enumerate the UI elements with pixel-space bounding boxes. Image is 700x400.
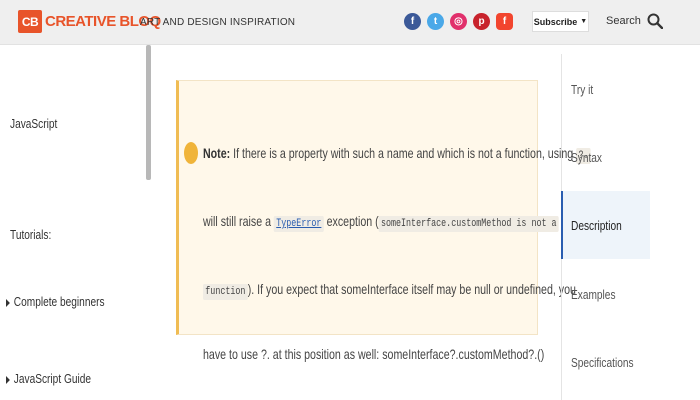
- site-header: CB CREATIVE BLOQ ART AND DESIGN INSPIRAT…: [0, 0, 700, 45]
- note-line-1: Note: If there is a property with such a…: [203, 145, 591, 164]
- facebook-icon[interactable]: f: [404, 13, 421, 30]
- chevron-down-icon: ▼: [580, 18, 588, 25]
- toc-item-syntax[interactable]: Syntax: [571, 150, 602, 165]
- triangle-right-icon: [6, 298, 10, 307]
- subscribe-button[interactable]: Subscribe ▼: [532, 11, 589, 32]
- note-text: exception (: [323, 213, 379, 229]
- twitter-icon[interactable]: t: [427, 13, 444, 30]
- sidebar-item-javascript[interactable]: JavaScript: [10, 116, 57, 131]
- typeerror-link[interactable]: TypeError: [273, 216, 324, 232]
- note-label: Note:: [203, 145, 231, 161]
- toc-item-specifications[interactable]: Specifications: [571, 355, 634, 370]
- search-button[interactable]: Search: [606, 13, 663, 29]
- triangle-right-icon: [6, 375, 10, 384]
- instagram-icon[interactable]: ◎: [450, 13, 467, 30]
- sidebar-item-label: JavaScript Guide: [13, 371, 92, 386]
- note-line-2: will still raise a TypeError exception (…: [203, 213, 559, 232]
- inline-code: function: [203, 284, 248, 300]
- sidebar-item-label: Complete beginners: [13, 294, 105, 309]
- left-sidebar: [0, 45, 148, 400]
- sidebar-item-complete-beginners[interactable]: Complete beginners: [6, 294, 105, 309]
- logo-badge: CB: [18, 10, 42, 33]
- sidebar-item-javascript-guide[interactable]: JavaScript Guide: [6, 371, 91, 386]
- note-line-3: function). If you expect that someInterf…: [203, 281, 576, 300]
- site-tagline: ART AND DESIGN INSPIRATION: [140, 17, 296, 28]
- social-links: f t ◎ p f: [404, 13, 513, 30]
- search-label: Search: [606, 15, 641, 27]
- pinterest-icon[interactable]: p: [473, 13, 490, 30]
- note-text: If there is a property with such a name …: [230, 145, 577, 161]
- sidebar-item-tutorials: Tutorials:: [10, 227, 51, 242]
- note-text: will still raise a: [203, 213, 274, 229]
- note-icon: [184, 142, 198, 164]
- search-icon: [647, 13, 663, 29]
- inline-code: someInterface.customMethod is not a: [378, 216, 559, 232]
- toc-item-description[interactable]: Description: [571, 218, 622, 233]
- note-line-4: have to use ?. at this position as well:…: [203, 346, 545, 362]
- note-text: ). If you expect that someInterface itse…: [247, 281, 576, 297]
- sidebar-scrollbar[interactable]: [146, 45, 151, 180]
- toc-item-examples[interactable]: Examples: [571, 287, 616, 302]
- subscribe-label: Subscribe: [533, 16, 578, 27]
- sidebar-item-label: JavaScript: [10, 116, 58, 131]
- flipboard-icon[interactable]: f: [496, 13, 513, 30]
- sidebar-item-label: Tutorials:: [10, 227, 52, 242]
- toc-item-try-it[interactable]: Try it: [571, 82, 593, 97]
